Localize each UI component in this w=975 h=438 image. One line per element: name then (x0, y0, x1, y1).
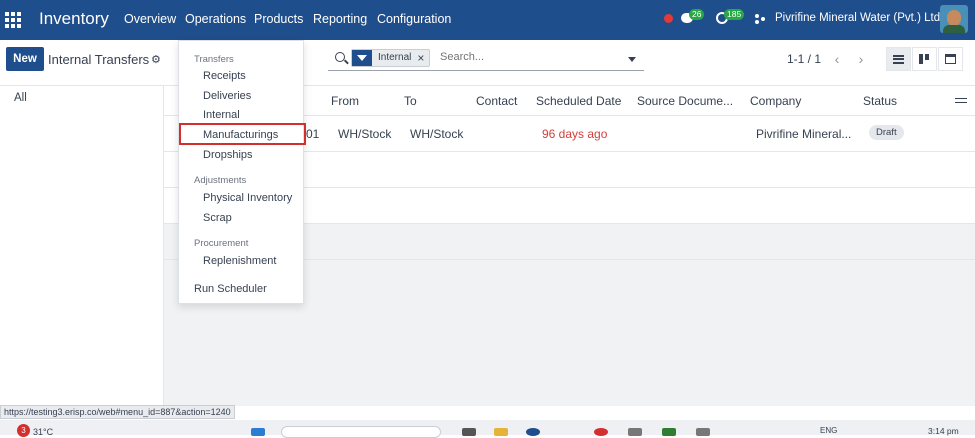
list-view-button[interactable] (886, 47, 911, 71)
top-navbar: Inventory Overview Operations Products R… (0, 0, 975, 40)
dropdown-header-procurement: Procurement (194, 238, 249, 249)
cell-to: WH/Stock (410, 127, 464, 141)
new-button[interactable]: New (6, 47, 44, 71)
kanban-icon (919, 54, 930, 64)
page-title: Internal Transfers (48, 52, 150, 67)
dropdown-item-scrap[interactable]: Scrap (203, 212, 232, 224)
cell-scheduled-date: 96 days ago (542, 127, 608, 141)
menu-operations[interactable]: Operations (185, 12, 246, 26)
menu-overview[interactable]: Overview (124, 12, 176, 26)
dropdown-item-physical-inventory[interactable]: Physical Inventory (203, 192, 292, 204)
dropdown-header-adjustments: Adjustments (194, 175, 247, 186)
menu-configuration[interactable]: Configuration (377, 12, 451, 26)
column-scheduled-date[interactable]: Scheduled Date (536, 94, 621, 108)
facet-label: Internal (378, 52, 412, 63)
status-url: https://testing3.erisp.co/web#menu_id=88… (0, 405, 235, 419)
dropdown-item-replenishment[interactable]: Replenishment (203, 255, 276, 267)
company-name[interactable]: Pivrifine Mineral Water (Pvt.) Ltd. (775, 12, 943, 24)
operations-dropdown: Transfers Receipts Deliveries Internal M… (178, 40, 306, 304)
filter-sidebar: All (0, 86, 164, 406)
sidebar-item-all[interactable]: All (14, 92, 27, 104)
pager-value[interactable]: 1-1 / 1 (787, 52, 821, 66)
menu-reporting[interactable]: Reporting (313, 12, 367, 26)
chat-badge: 26 (689, 9, 705, 20)
language-indicator[interactable]: ENG (820, 426, 837, 435)
pager-next-button[interactable]: › (850, 48, 872, 70)
filter-icon (352, 50, 372, 66)
status-dot-icon[interactable] (664, 14, 673, 23)
cell-from: WH/Stock (338, 127, 392, 141)
calendar-icon (945, 54, 956, 64)
kanban-view-button[interactable] (912, 47, 937, 71)
app-title[interactable]: Inventory (39, 9, 109, 29)
weather-badge[interactable]: 3 (17, 424, 30, 437)
column-source-document[interactable]: Source Docume... (637, 94, 733, 108)
gear-icon[interactable]: ⚙ (151, 53, 161, 66)
cell-company: Pivrifine Mineral... (756, 127, 852, 141)
dropdown-item-internal[interactable]: Internal (203, 109, 240, 121)
column-company[interactable]: Company (750, 94, 801, 108)
filter-facet: Internal × (351, 49, 431, 67)
pager-prev-button[interactable]: ‹ (826, 48, 848, 70)
column-from[interactable]: From (331, 94, 359, 108)
company-switch-icon[interactable] (754, 13, 766, 25)
column-to[interactable]: To (404, 94, 417, 108)
dropdown-item-dropships[interactable]: Dropships (203, 149, 253, 161)
search-input[interactable] (440, 51, 620, 63)
cell-reference: 01 (306, 127, 320, 141)
apps-grid-icon[interactable] (5, 12, 21, 28)
dropdown-item-manufacturings[interactable]: Manufacturings (203, 129, 278, 141)
column-status[interactable]: Status (863, 94, 897, 108)
menu-products[interactable]: Products (254, 12, 303, 26)
search-icon[interactable] (335, 52, 345, 62)
column-settings-icon[interactable] (955, 95, 967, 105)
dropdown-item-run-scheduler[interactable]: Run Scheduler (194, 283, 267, 295)
column-contact[interactable]: Contact (476, 94, 517, 108)
search-bar: Internal × (328, 47, 644, 71)
close-icon[interactable]: × (417, 50, 429, 66)
weather-temperature[interactable]: 31°C (33, 427, 53, 437)
dropdown-header-transfers: Transfers (194, 54, 234, 65)
calendar-view-button[interactable] (938, 47, 963, 71)
list-icon (893, 53, 904, 65)
dropdown-item-receipts[interactable]: Receipts (203, 70, 246, 82)
chevron-down-icon[interactable] (628, 57, 636, 62)
dropdown-item-deliveries[interactable]: Deliveries (203, 90, 251, 102)
user-avatar[interactable] (940, 5, 968, 33)
activity-badge: 185 (724, 9, 745, 20)
status-badge: Draft (869, 125, 904, 140)
taskbar-search[interactable] (281, 426, 441, 438)
